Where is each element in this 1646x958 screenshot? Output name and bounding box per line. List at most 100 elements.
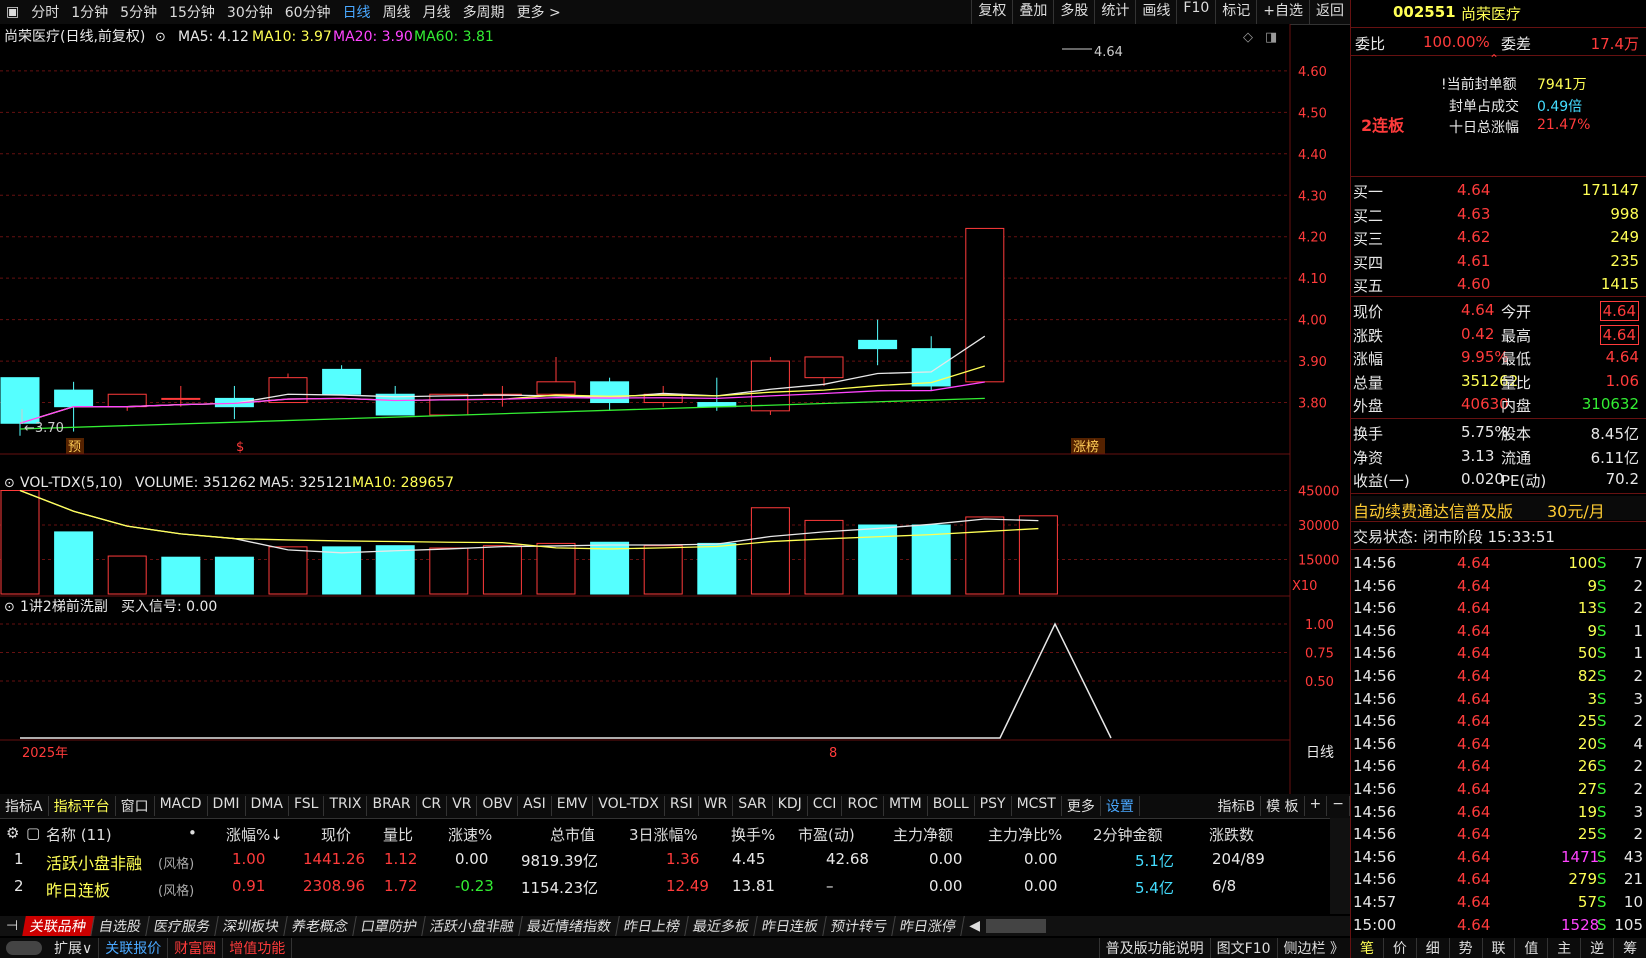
volume-bar[interactable] [643, 545, 683, 595]
status-item-1[interactable]: 关联报价 [99, 938, 169, 958]
side-tab-0[interactable]: 笔 [1351, 938, 1384, 958]
sector-tab-6[interactable]: 活跃小盘非融 [422, 916, 523, 936]
panel-icon[interactable]: ◨ [1265, 30, 1277, 45]
candle[interactable] [590, 381, 630, 404]
col-main-pct[interactable]: 主力净比% [988, 824, 1062, 845]
col-main-net[interactable]: 主力净额 [893, 824, 953, 845]
volume-bar[interactable] [750, 507, 790, 595]
toggle-switch[interactable] [6, 941, 42, 955]
candle[interactable] [804, 356, 844, 379]
period-3[interactable]: 15分钟 [163, 2, 221, 22]
volume-bar[interactable] [590, 541, 630, 595]
side-tab-6[interactable]: 主 [1548, 938, 1582, 958]
indicator-22[interactable]: BOLL [928, 796, 975, 816]
period-7[interactable]: 周线 [377, 2, 417, 22]
indicator-1[interactable]: 指标平台 [49, 796, 116, 816]
volume-bar[interactable] [322, 546, 362, 595]
indicator-13[interactable]: EMV [552, 796, 594, 816]
volume-bar[interactable] [161, 556, 201, 595]
candle[interactable] [911, 348, 951, 387]
period-1[interactable]: 1分钟 [65, 2, 114, 22]
col-pe[interactable]: 市盈(动) [798, 824, 855, 845]
candle[interactable] [0, 377, 40, 424]
volume-bar[interactable] [268, 546, 308, 595]
volume-bar[interactable] [107, 555, 147, 595]
tabs-scrollbar[interactable] [985, 919, 1046, 933]
candle[interactable] [965, 227, 1005, 383]
table-row[interactable]: 2 昨日连板 (风格) 0.91 2308.96 1.72 -0.23 1154… [0, 873, 1330, 900]
sector-tab-2[interactable]: 医疗服务 [146, 916, 219, 936]
tool-5[interactable]: F10 [1176, 0, 1215, 24]
kline-settings-icon[interactable]: ⊙ [155, 30, 166, 45]
indicator-21[interactable]: MTM [884, 796, 928, 816]
window-icon[interactable]: ▣ [0, 4, 25, 20]
indicator-26[interactable]: 设置 [1101, 796, 1140, 816]
indicator-right-1[interactable]: 模 板 [1261, 796, 1305, 816]
candle[interactable] [54, 389, 94, 408]
indicator-0[interactable]: 指标A [0, 796, 49, 816]
sector-tab-11[interactable]: 预计转亏 [823, 916, 896, 936]
col-vol-ratio[interactable]: 量比 [383, 824, 413, 845]
volume-bar[interactable] [375, 545, 415, 595]
indicator-2[interactable]: 窗口 [116, 796, 155, 816]
bid-row[interactable]: 买五 4.60 1415 [1351, 273, 1646, 296]
copy-icon[interactable]: ▢ [26, 824, 40, 842]
indicator-11[interactable]: OBV [477, 796, 519, 816]
ind-settings-icon[interactable]: ⊙ [4, 600, 15, 615]
status-item-2[interactable]: 财富圈 [168, 938, 224, 958]
bid-row[interactable]: 买三 4.62 249 [1351, 226, 1646, 249]
volume-bar[interactable] [536, 542, 576, 595]
indicator-4[interactable]: DMI [208, 796, 246, 816]
sector-tab-0[interactable]: 关联品种 [22, 916, 95, 936]
status-item-3[interactable]: 增值功能 [223, 938, 293, 958]
tool-2[interactable]: 多股 [1053, 0, 1094, 24]
sector-tab-12[interactable]: 昨日涨停 [892, 916, 965, 936]
indicator-16[interactable]: WR [699, 796, 734, 816]
col-turnover[interactable]: 换手% [731, 824, 775, 845]
indicator-25[interactable]: 更多 [1062, 796, 1101, 816]
table-scrollbar[interactable] [1330, 818, 1350, 914]
indicator-right-3[interactable]: − [1327, 796, 1350, 816]
indicator-6[interactable]: FSL [289, 796, 325, 816]
indicator-12[interactable]: ASI [518, 796, 552, 816]
status-item-0[interactable]: 扩展∨ [48, 938, 100, 958]
volume-bar[interactable] [429, 547, 469, 595]
sector-tab-10[interactable]: 昨日连板 [754, 916, 827, 936]
bid-row[interactable]: 买一 4.64 171147 [1351, 179, 1646, 202]
sector-tab-9[interactable]: 最近多板 [685, 916, 758, 936]
period-8[interactable]: 月线 [417, 2, 457, 22]
volume-bar[interactable] [482, 545, 522, 595]
period-2[interactable]: 5分钟 [114, 2, 163, 22]
candle[interactable] [429, 393, 469, 416]
side-tab-1[interactable]: 价 [1384, 938, 1417, 958]
col-change[interactable]: 涨幅%↓ [226, 824, 283, 845]
indicator-20[interactable]: ROC [842, 796, 884, 816]
indicator-14[interactable]: VOL-TDX [593, 796, 665, 816]
volume-bar[interactable] [858, 524, 898, 595]
tabs-left-icon[interactable]: ⊣ [0, 918, 24, 934]
period-5[interactable]: 60分钟 [279, 2, 337, 22]
indicator-19[interactable]: CCI [808, 796, 843, 816]
indicator-right-0[interactable]: 指标B [1212, 796, 1262, 816]
promo-text[interactable]: 自动续费通达信普及版 [1353, 498, 1513, 522]
tool-8[interactable]: 返回 [1309, 0, 1350, 24]
col-name[interactable]: 名称 (11) [46, 824, 112, 845]
promo-price[interactable]: 30元/月 [1547, 498, 1605, 522]
side-tab-7[interactable]: 逆 [1581, 938, 1615, 958]
candle[interactable] [322, 368, 362, 395]
period-10[interactable]: 更多 > [511, 2, 567, 22]
tool-0[interactable]: 复权 [971, 0, 1012, 24]
indicator-18[interactable]: KDJ [773, 796, 808, 816]
indicator-3[interactable]: MACD [155, 796, 208, 816]
kline-pane[interactable] [0, 24, 1290, 454]
status-right-2[interactable]: 侧边栏 》 [1276, 938, 1350, 958]
sector-tab-5[interactable]: 口罩防护 [353, 916, 426, 936]
sector-tab-1[interactable]: 自选股 [91, 916, 150, 936]
col-dot[interactable]: • [188, 824, 197, 842]
tool-7[interactable]: +自选 [1256, 0, 1309, 24]
table-row[interactable]: 1 活跃小盘非融 (风格) 1.00 1441.26 1.12 0.00 981… [0, 846, 1330, 873]
candle[interactable] [858, 339, 898, 350]
chart-area[interactable]: 4.60 4.50 4.40 4.30 4.20 4.10 4.00 3.90 3.80 尚荣医… [0, 24, 1350, 794]
col-price[interactable]: 现价 [321, 824, 351, 845]
candle[interactable] [750, 360, 790, 412]
